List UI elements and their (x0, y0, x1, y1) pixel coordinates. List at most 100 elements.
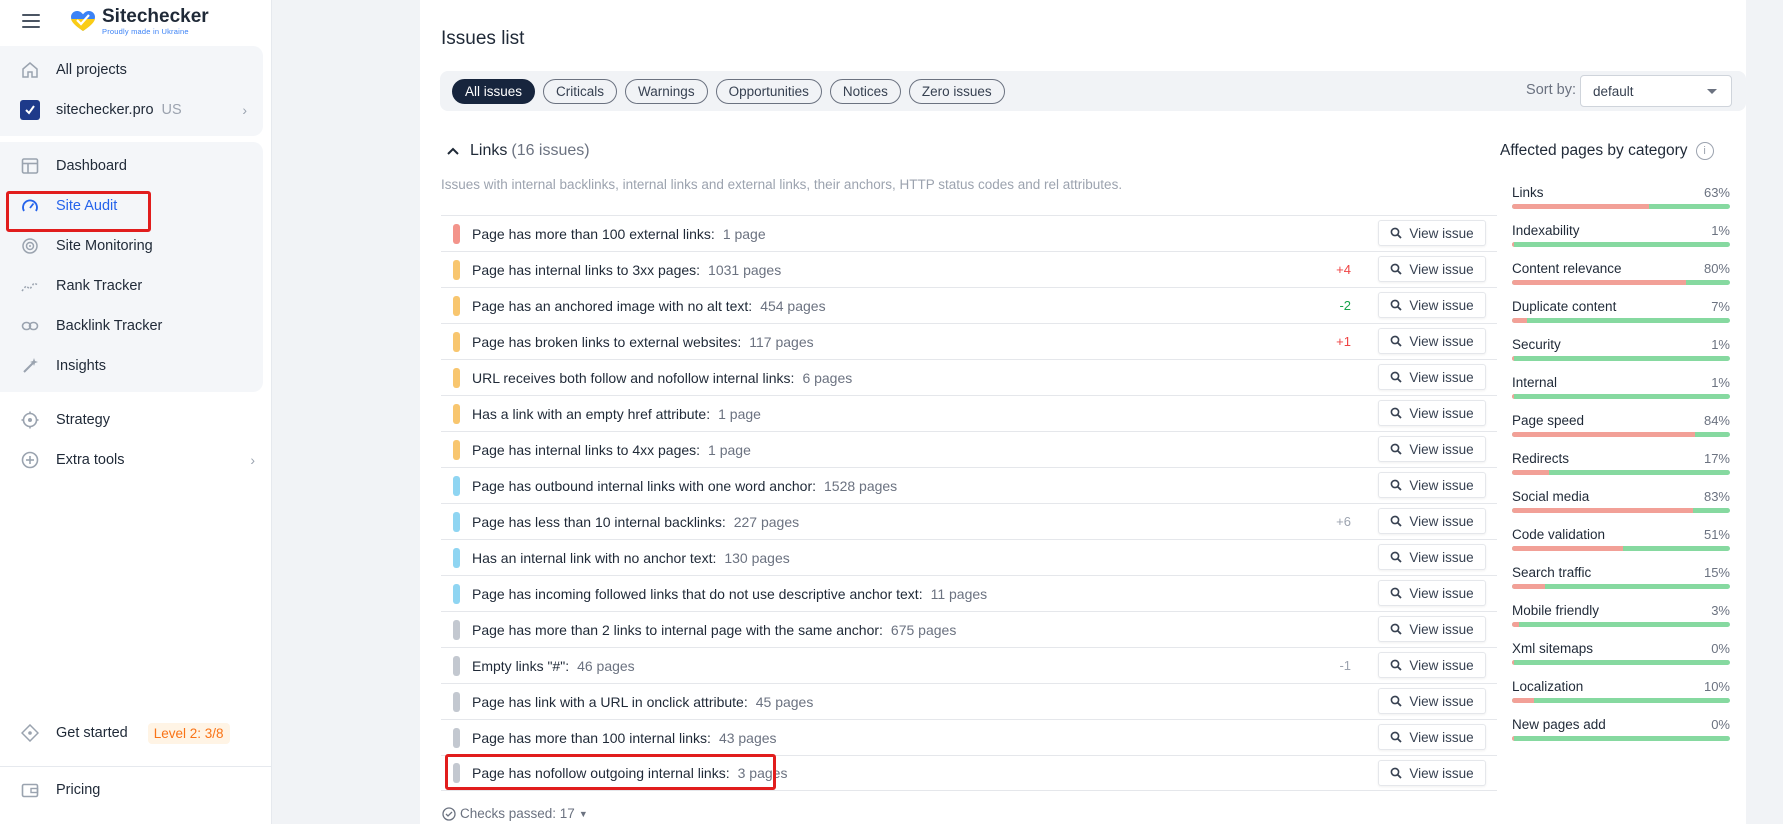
highlight-last-issue (445, 754, 776, 790)
section-toggle-links[interactable]: Links (16 issues) (446, 142, 590, 160)
view-issue-button[interactable]: View issue (1378, 688, 1486, 714)
category-item[interactable]: Indexability 1% (1512, 223, 1730, 261)
category-progress-bar (1512, 280, 1730, 285)
category-progress-fill (1512, 470, 1550, 475)
category-progress-fill (1512, 356, 1515, 361)
sidebar-item-project[interactable]: sitechecker.pro US › (0, 90, 263, 130)
category-percent: 0% (1711, 717, 1730, 732)
category-item[interactable]: Xml sitemaps 0% (1512, 641, 1730, 679)
search-icon (1390, 263, 1402, 275)
category-item[interactable]: Code validation 51% (1512, 527, 1730, 565)
search-icon (1390, 515, 1402, 527)
view-issue-button[interactable]: View issue (1378, 544, 1486, 570)
view-issue-button[interactable]: View issue (1378, 400, 1486, 426)
sidebar-item-dashboard[interactable]: Dashboard (0, 146, 263, 186)
category-item[interactable]: Security 1% (1512, 337, 1730, 375)
view-issue-button[interactable]: View issue (1378, 292, 1486, 318)
category-item[interactable]: Duplicate content 7% (1512, 299, 1730, 337)
view-issue-label: View issue (1409, 477, 1474, 493)
sidebar-item-all-projects[interactable]: All projects (0, 50, 263, 90)
issue-row: Has a link with an empty href attribute:… (441, 395, 1497, 431)
view-issue-button[interactable]: View issue (1378, 508, 1486, 534)
category-item[interactable]: Internal 1% (1512, 375, 1730, 413)
view-issue-button[interactable]: View issue (1378, 580, 1486, 606)
category-progress-bar (1512, 584, 1730, 589)
sidebar-divider (0, 766, 271, 767)
affected-list: Links 63% Indexability 1% Content relevance 8… (1512, 185, 1730, 755)
view-issue-button[interactable]: View issue (1378, 472, 1486, 498)
category-item[interactable]: Search traffic 15% (1512, 565, 1730, 603)
category-progress-bar (1512, 508, 1730, 513)
issue-pages: 1 page (718, 405, 761, 422)
search-icon (1390, 479, 1402, 491)
category-item[interactable]: Links 63% (1512, 185, 1730, 223)
sidebar-item-label: Dashboard (56, 158, 127, 174)
checks-passed-toggle[interactable]: Checks passed: 17 ▼ (442, 806, 588, 821)
issue-row: Page has more than 100 internal links: 43… (441, 719, 1497, 755)
category-percent: 17% (1703, 451, 1730, 466)
category-item[interactable]: Localization 10% (1512, 679, 1730, 717)
sidebar-item-label: All projects (56, 62, 127, 78)
search-icon (1390, 299, 1402, 311)
view-issue-button[interactable]: View issue (1378, 652, 1486, 678)
filter-warnings[interactable]: Warnings (625, 78, 708, 104)
category-percent: 3% (1711, 603, 1730, 618)
info-icon[interactable]: i (1695, 142, 1714, 160)
sidebar-item-extra-tools[interactable]: Extra tools › (0, 440, 271, 480)
sidebar-item-strategy[interactable]: Strategy (0, 400, 271, 440)
view-issue-label: View issue (1409, 369, 1474, 385)
app-name: Sitechecker (102, 5, 209, 27)
category-progress-bar (1512, 546, 1730, 551)
issue-pages: 675 pages (890, 621, 957, 638)
sidebar-item-site-monitoring[interactable]: Site Monitoring (0, 226, 263, 266)
issue-delta: -1 (1339, 658, 1351, 673)
logo[interactable]: Sitechecker Proudly made in Ukraine (70, 7, 209, 36)
view-issue-button[interactable]: View issue (1378, 364, 1486, 390)
view-issue-label: View issue (1409, 261, 1474, 277)
search-icon (1390, 227, 1402, 239)
view-issue-button[interactable]: View issue (1378, 724, 1486, 750)
sidebar-item-get-started[interactable]: Get started Level 2: 3/8 (0, 713, 271, 753)
sidebar-item-backlink-tracker[interactable]: Backlink Tracker (0, 306, 263, 346)
monitoring-icon (20, 236, 40, 256)
sidebar-item-pricing[interactable]: Pricing (0, 770, 271, 810)
project-region: US (161, 102, 182, 118)
filter-criticals[interactable]: Criticals (543, 78, 618, 104)
filter-notices[interactable]: Notices (829, 78, 901, 104)
view-issue-button[interactable]: View issue (1378, 760, 1486, 786)
sidebar-item-insights[interactable]: Insights (0, 346, 263, 386)
view-issue-button[interactable]: View issue (1378, 220, 1486, 246)
highlight-site-audit (6, 191, 151, 232)
category-item[interactable]: Page speed 84% (1512, 413, 1730, 451)
sidebar-item-label: Site Monitoring (56, 238, 153, 254)
severity-indicator (453, 403, 460, 424)
category-progress-fill (1512, 242, 1515, 247)
issue-text: Page has more than 2 links to internal p… (472, 621, 883, 638)
sort-select[interactable]: default (1580, 75, 1732, 107)
view-issue-button[interactable]: View issue (1378, 256, 1486, 282)
filter-zero-issues[interactable]: Zero issues (908, 78, 1005, 104)
category-item[interactable]: Mobile friendly 3% (1512, 603, 1730, 641)
menu-icon[interactable] (22, 14, 40, 28)
sidebar-item-label: Extra tools (56, 452, 125, 468)
filter-all-issues[interactable]: All issues (452, 78, 536, 104)
sidebar-item-rank-tracker[interactable]: Rank Tracker (0, 266, 263, 306)
view-issue-button[interactable]: View issue (1378, 616, 1486, 642)
category-progress-fill (1512, 204, 1650, 209)
view-issue-button[interactable]: View issue (1378, 436, 1486, 462)
issue-pages: 1528 pages (824, 477, 898, 494)
issue-text: Page has link with a URL in onclick attr… (472, 693, 748, 710)
issue-delta: +4 (1336, 262, 1351, 277)
search-icon (1390, 443, 1402, 455)
category-item[interactable]: Redirects 17% (1512, 451, 1730, 489)
category-item[interactable]: Social media 83% (1512, 489, 1730, 527)
compass-icon (20, 723, 40, 743)
category-item[interactable]: New pages add 0% (1512, 717, 1730, 755)
category-item[interactable]: Content relevance 80% (1512, 261, 1730, 299)
project-name: sitechecker.pro (56, 102, 154, 118)
view-issue-button[interactable]: View issue (1378, 328, 1486, 354)
check-circle-icon (442, 806, 456, 821)
issue-row: Has an internal link with no anchor text… (441, 539, 1497, 575)
filter-opportunities[interactable]: Opportunities (715, 78, 822, 104)
search-icon (1390, 623, 1402, 635)
